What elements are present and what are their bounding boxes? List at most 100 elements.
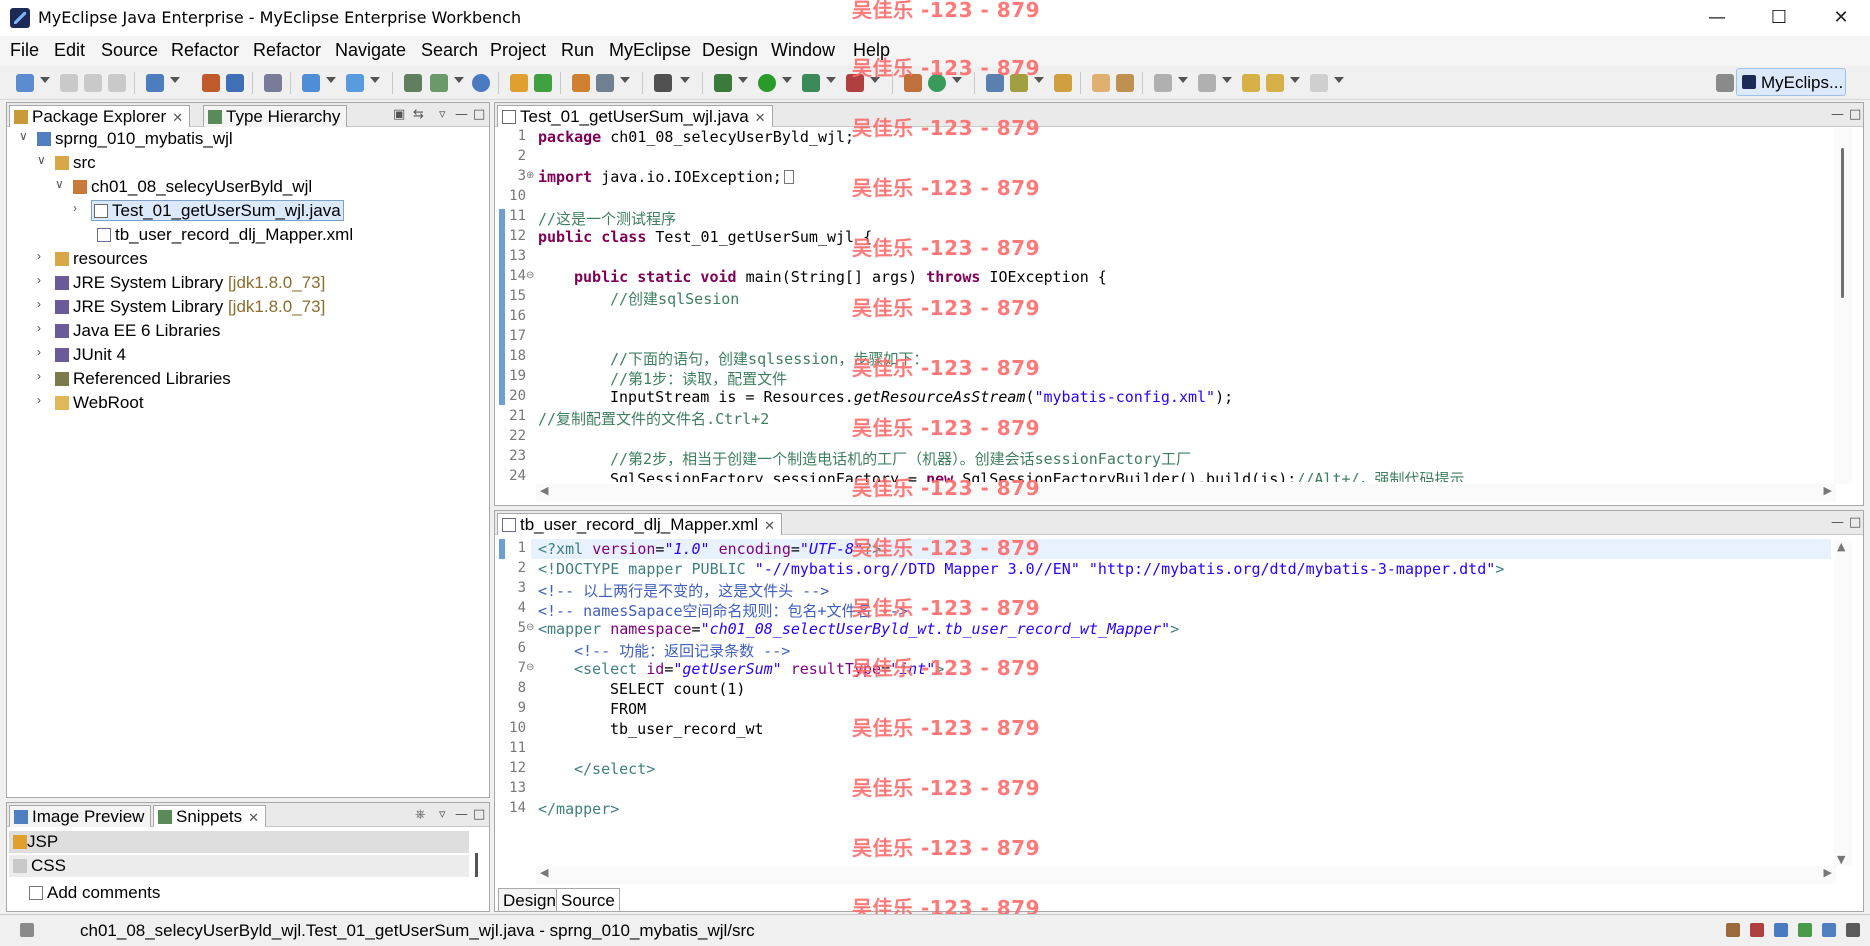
link-editor-icon[interactable]: ⇆ [413, 107, 424, 122]
view-menu-icon[interactable]: ▿ [439, 107, 446, 122]
fold-expand-icon[interactable]: ⊕ [526, 170, 534, 181]
next-annotation-icon[interactable] [1154, 74, 1172, 92]
run-external-icon[interactable] [802, 74, 820, 92]
menu-navigate[interactable]: Navigate [335, 40, 406, 61]
globe-icon[interactable] [472, 74, 490, 92]
tree-item-java-file[interactable]: › Test_01_getUserSum_wjl.java [73, 200, 344, 221]
web-tool-dropdown-icon[interactable] [370, 77, 380, 83]
tree-item-jre-library-1[interactable]: › JRE System Library [jdk1.8.0_73] [37, 273, 325, 293]
console-dropdown-icon[interactable] [680, 77, 690, 83]
tree-item-jre-library-2[interactable]: › JRE System Library [jdk1.8.0_73] [37, 297, 325, 317]
save-all-icon[interactable] [84, 74, 102, 92]
tree-item-package[interactable]: ∨ ch01_08_selecyUserByld_wjl [55, 177, 312, 197]
browser-dropdown-icon[interactable] [620, 77, 630, 83]
menu-window[interactable]: Window [771, 40, 835, 61]
minimize-view-icon[interactable]: — [1831, 515, 1844, 530]
annotation-icon[interactable] [1116, 74, 1134, 92]
xml-horizontal-scrollbar[interactable]: ◀ ▶ [536, 866, 1836, 884]
tree-item-resources[interactable]: › resources [37, 249, 148, 269]
tree-item-project[interactable]: ∨ sprng_010_mybatis_wjl [19, 129, 233, 149]
maximize-view-icon[interactable]: □ [1849, 107, 1861, 122]
perspective-button-myeclipse[interactable]: MyEclips... [1736, 68, 1846, 96]
prev-annotation-dropdown-icon[interactable] [1222, 77, 1232, 83]
close-icon[interactable]: ✕ [755, 110, 766, 125]
tool-dropdown-icon[interactable] [326, 77, 336, 83]
snippet-category-css[interactable]: CSS [9, 855, 469, 877]
minimize-view-icon[interactable]: — [1831, 107, 1844, 122]
fold-collapse-icon[interactable]: ⊖ [526, 622, 534, 633]
chevron-right-icon[interactable]: › [37, 273, 51, 287]
chevron-right-icon[interactable]: › [37, 321, 51, 335]
close-icon[interactable]: ✕ [764, 518, 775, 533]
tree-item-src[interactable]: ∨ src [37, 153, 96, 173]
close-icon[interactable]: ✕ [248, 810, 259, 825]
back-icon[interactable] [1266, 74, 1284, 92]
status-tool-icon-5[interactable] [1822, 923, 1836, 937]
scroll-left-icon[interactable]: ◀ [540, 484, 548, 497]
menu-run[interactable]: Run [561, 40, 594, 61]
status-tool-icon-2[interactable] [1750, 923, 1764, 937]
scroll-down-icon[interactable]: ▼ [1837, 853, 1845, 866]
status-tool-icon-3[interactable] [1774, 923, 1788, 937]
chevron-right-icon[interactable]: › [37, 345, 51, 359]
tab-source[interactable]: Source [556, 888, 620, 912]
run-icon[interactable] [758, 74, 776, 92]
forward-dropdown-icon[interactable] [1334, 77, 1344, 83]
maximize-view-icon[interactable]: □ [473, 807, 485, 822]
tree-item-javaee-libraries[interactable]: › Java EE 6 Libraries [37, 321, 220, 341]
open-type-icon[interactable] [202, 74, 220, 92]
tab-type-hierarchy[interactable]: Type Hierarchy [203, 105, 348, 127]
minimize-view-icon[interactable]: — [455, 807, 468, 822]
view-menu-icon[interactable]: ▿ [439, 807, 446, 822]
deploy-icon[interactable] [264, 74, 282, 92]
menu-design[interactable]: Design [702, 40, 758, 61]
new-wizard-dropdown-icon[interactable] [170, 77, 180, 83]
java-horizontal-scrollbar[interactable]: ◀ ▶ [536, 484, 1836, 502]
collapse-all-icon[interactable]: ▣ [393, 107, 405, 122]
server-icon[interactable] [226, 74, 244, 92]
back-dropdown-icon[interactable] [1290, 77, 1300, 83]
tree-item-webroot[interactable]: › WebRoot [37, 393, 144, 413]
tab-package-explorer[interactable]: Package Explorer ✕ [9, 105, 191, 127]
maximize-view-icon[interactable]: □ [1849, 515, 1861, 530]
tab-snippets[interactable]: Snippets ✕ [153, 805, 267, 827]
next-annotation-dropdown-icon[interactable] [1178, 77, 1188, 83]
scrollbar[interactable] [475, 853, 478, 877]
tree-item-xml-file[interactable]: tb_user_record_dlj_Mapper.xml [91, 225, 353, 245]
task-icon[interactable] [1054, 74, 1072, 92]
browser-icon[interactable] [596, 74, 614, 92]
status-tool-icon-1[interactable] [1726, 923, 1740, 937]
menu-file[interactable]: File [10, 40, 39, 61]
chevron-down-icon[interactable]: ∨ [19, 129, 33, 143]
tree-item-referenced-libraries[interactable]: › Referenced Libraries [37, 369, 231, 389]
new-icon[interactable] [16, 74, 34, 92]
print-icon[interactable] [108, 74, 126, 92]
tab-xml-file[interactable]: tb_user_record_dlj_Mapper.xml ✕ [497, 513, 783, 535]
chevron-right-icon[interactable]: › [37, 393, 51, 407]
menu-refactor[interactable]: Refactor [171, 40, 239, 61]
new-dropdown-icon[interactable] [40, 77, 50, 83]
fold-collapse-icon[interactable]: ⊖ [526, 270, 534, 281]
tab-java-file[interactable]: Test_01_getUserSum_wjl.java ✕ [497, 105, 773, 127]
new-wizard-icon[interactable] [146, 74, 164, 92]
menu-source[interactable]: Source [101, 40, 158, 61]
java-vertical-scrollbar[interactable] [1834, 128, 1852, 484]
debug-dropdown-icon[interactable] [738, 77, 748, 83]
forward-icon[interactable] [1310, 74, 1328, 92]
last-edit-icon[interactable] [1242, 74, 1260, 92]
console-icon[interactable] [654, 74, 672, 92]
snippet-category-jsp[interactable]: JSP [9, 831, 469, 853]
chevron-down-icon[interactable]: ∨ [55, 177, 69, 191]
prev-annotation-icon[interactable] [1198, 74, 1216, 92]
menu-project[interactable]: Project [490, 40, 546, 61]
status-tool-icon-4[interactable] [1798, 923, 1812, 937]
debug-icon[interactable] [714, 74, 732, 92]
maximize-view-icon[interactable]: □ [473, 107, 485, 122]
snippet-add-comments[interactable]: Add comments [29, 883, 160, 903]
fast-view-icon[interactable] [20, 923, 34, 937]
image-icon[interactable] [572, 74, 590, 92]
maximize-icon[interactable]: ☐ [1756, 4, 1802, 32]
minimize-icon[interactable]: — [1694, 4, 1740, 32]
scroll-left-icon[interactable]: ◀ [540, 866, 548, 879]
tab-design[interactable]: Design [498, 888, 561, 912]
